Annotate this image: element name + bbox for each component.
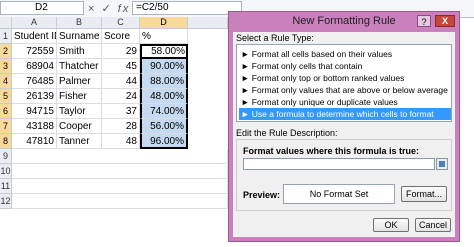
rule-type-list[interactable]: ► Format all cells based on their values… — [236, 44, 452, 122]
rule-description-box: Format values where this formula is true… — [236, 139, 452, 211]
cell-surname[interactable]: Smith — [57, 44, 102, 59]
cell-surname[interactable]: Tanner — [57, 134, 102, 149]
row-header[interactable]: 1 — [0, 29, 12, 44]
range-select-icon[interactable] — [436, 158, 448, 170]
cell-student-id[interactable]: 76485 — [12, 74, 57, 89]
cell-surname[interactable]: Taylor — [57, 104, 102, 119]
row-header[interactable]: 11 — [0, 179, 12, 194]
column-header-b[interactable]: B — [57, 17, 102, 29]
new-formatting-rule-dialog: New Formatting Rule ? X Select a Rule Ty… — [228, 11, 460, 242]
cell-score[interactable]: 48 — [102, 134, 140, 149]
cell-score[interactable]: 37 — [102, 104, 140, 119]
cancel-button[interactable]: Cancel — [415, 218, 451, 232]
formula-input[interactable]: =C2/50 — [132, 1, 242, 15]
rule-type-item[interactable]: ► Format all cells based on their values — [239, 48, 451, 60]
cell-student-id[interactable]: 43188 — [12, 119, 57, 134]
column-header-a[interactable]: A — [12, 17, 57, 29]
cell-student-id[interactable]: 26139 — [12, 89, 57, 104]
row-header[interactable]: 9 — [0, 149, 12, 164]
cell-student-id[interactable]: 68904 — [12, 59, 57, 74]
preview-box: No Format Set — [283, 184, 395, 204]
format-button[interactable]: Format... — [401, 186, 447, 202]
preview-label: Preview: — [243, 190, 281, 200]
rule-type-item[interactable]: ► Format only unique or duplicate values — [239, 96, 451, 108]
cell-score[interactable]: 24 — [102, 89, 140, 104]
help-button[interactable]: ? — [417, 15, 431, 27]
header-percent[interactable]: % — [140, 29, 188, 44]
row-header[interactable]: 6 — [0, 104, 12, 119]
cell-score[interactable]: 28 — [102, 119, 140, 134]
cell-percent[interactable]: 90.00% — [140, 59, 188, 74]
cell-percent[interactable]: 48.00% — [140, 89, 188, 104]
select-rule-type-label: Select a Rule Type: — [236, 33, 314, 43]
cell-student-id[interactable]: 47810 — [12, 134, 57, 149]
cell-surname[interactable]: Cooper — [57, 119, 102, 134]
empty-row[interactable] — [12, 179, 228, 194]
row-header[interactable]: 10 — [0, 164, 12, 179]
fx-icon[interactable]: × ✓ fx — [88, 2, 130, 15]
cell-percent[interactable]: 88.00% — [140, 74, 188, 89]
select-all-corner[interactable] — [0, 17, 12, 29]
row-header[interactable]: 5 — [0, 89, 12, 104]
row-header[interactable]: 3 — [0, 59, 12, 74]
cell-percent[interactable]: 56.00% — [140, 119, 188, 134]
rule-type-item[interactable]: ► Format only values that are above or b… — [239, 84, 451, 96]
cell-score[interactable]: 45 — [102, 59, 140, 74]
cell-percent-active[interactable]: 58.00% — [140, 44, 188, 59]
rule-type-item[interactable]: ► Format only cells that contain — [239, 60, 451, 72]
cell-score[interactable]: 29 — [102, 44, 140, 59]
header-student-id[interactable]: Student ID — [12, 29, 57, 44]
dialog-body: Select a Rule Type: ► Format all cells b… — [233, 32, 455, 237]
cell-surname[interactable]: Palmer — [57, 74, 102, 89]
close-button[interactable]: X — [435, 15, 455, 27]
cell-percent[interactable]: 96.00% — [140, 134, 188, 149]
empty-row[interactable] — [12, 164, 228, 179]
column-header-e[interactable] — [188, 17, 228, 29]
row-header[interactable]: 2 — [0, 44, 12, 59]
cell-student-id[interactable]: 94715 — [12, 104, 57, 119]
empty-row[interactable] — [12, 149, 228, 164]
cell-percent[interactable]: 74.00% — [140, 104, 188, 119]
formula-condition-label: Format values where this formula is true… — [243, 146, 420, 156]
cell-student-id[interactable]: 72559 — [12, 44, 57, 59]
row-header[interactable]: 8 — [0, 134, 12, 149]
cell-surname[interactable]: Thatcher — [57, 59, 102, 74]
cell-score[interactable]: 44 — [102, 74, 140, 89]
row-header[interactable]: 7 — [0, 119, 12, 134]
empty-row[interactable] — [12, 194, 228, 209]
cell-surname[interactable]: Fisher — [57, 89, 102, 104]
column-header-c[interactable]: C — [102, 17, 140, 29]
rule-type-item-selected[interactable]: ► Use a formula to determine which cells… — [239, 108, 451, 120]
ok-button[interactable]: OK — [373, 218, 409, 232]
header-score[interactable]: Score — [102, 29, 140, 44]
formula-condition-input[interactable] — [243, 158, 435, 170]
edit-rule-description-label: Edit the Rule Description: — [236, 128, 338, 138]
rule-type-item[interactable]: ► Format only top or bottom ranked value… — [239, 72, 451, 84]
fx-label: fx — [117, 3, 131, 15]
column-header-d[interactable]: D — [140, 17, 188, 29]
header-surname[interactable]: Surname — [57, 29, 102, 44]
row-header[interactable]: 12 — [0, 194, 12, 209]
name-box[interactable]: D2 — [0, 1, 84, 15]
row-header[interactable]: 4 — [0, 74, 12, 89]
